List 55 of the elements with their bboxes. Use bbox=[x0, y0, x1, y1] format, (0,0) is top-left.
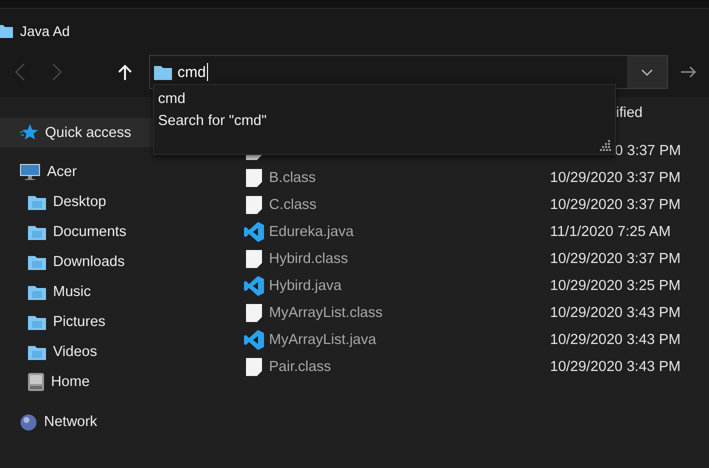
nav-pane-item[interactable]: Videos bbox=[0, 337, 232, 367]
folder-icon bbox=[154, 64, 172, 80]
nav-pane-item[interactable]: Acer bbox=[0, 157, 232, 187]
date-modified: 10/29/2020 3:43 PM bbox=[550, 304, 681, 320]
file-icon bbox=[246, 358, 262, 376]
folder-icon bbox=[28, 254, 46, 270]
right-chevron-icon bbox=[52, 63, 62, 81]
nav-pane-item[interactable]: Music bbox=[0, 277, 232, 307]
file-name[interactable]: Pair.class bbox=[269, 358, 332, 374]
suggestion-item[interactable]: cmd bbox=[154, 88, 615, 110]
column-header[interactable]: ified bbox=[616, 105, 643, 121]
address-text: cmd bbox=[178, 64, 206, 80]
file-name[interactable]: MyArrayList.class bbox=[269, 304, 383, 320]
file-icon bbox=[246, 250, 262, 268]
date-modified: 10/29/2020 3:37 PM bbox=[550, 196, 681, 212]
date-modified: 10/29/2020 3:43 PM bbox=[550, 332, 681, 348]
up-arrow-icon bbox=[118, 64, 132, 80]
monitor-icon bbox=[20, 164, 40, 180]
resize-grip-icon[interactable] bbox=[600, 140, 611, 151]
file-name[interactable]: Edureka.java bbox=[269, 224, 354, 240]
date-modified: 11/1/2020 7:25 AM bbox=[550, 224, 671, 240]
right-arrow-icon bbox=[681, 66, 698, 78]
left-chevron-icon bbox=[14, 63, 25, 81]
code-editor-icon bbox=[244, 276, 264, 296]
file-name[interactable]: B.class bbox=[269, 170, 316, 186]
date-modified: 10/29/2020 3:37 PM bbox=[550, 170, 681, 186]
date-modified: 10/29/2020 3:43 PM bbox=[550, 358, 681, 374]
folder-icon bbox=[0, 24, 13, 38]
folder-icon bbox=[28, 194, 46, 210]
code-editor-icon bbox=[244, 222, 264, 242]
hard-drive-icon bbox=[28, 373, 44, 391]
date-modified: 10/29/2020 3:37 PM bbox=[550, 250, 681, 266]
file-name[interactable]: Hybird.class bbox=[269, 250, 348, 266]
file-name[interactable]: MyArrayList.java bbox=[269, 332, 376, 348]
window-title: Java Ad bbox=[20, 23, 70, 39]
date-modified: 10/29/2020 3:25 PM bbox=[550, 278, 681, 294]
folder-icon bbox=[28, 224, 46, 240]
file-name[interactable]: C.class bbox=[269, 196, 317, 212]
folder-icon bbox=[28, 344, 46, 360]
globe-icon bbox=[20, 414, 37, 430]
nav-pane-item[interactable]: Pictures bbox=[0, 307, 232, 337]
nav-pane-item[interactable]: Downloads bbox=[0, 247, 232, 277]
folder-icon bbox=[28, 314, 46, 330]
nav-pane-item[interactable]: Home bbox=[0, 367, 232, 397]
file-icon bbox=[246, 196, 262, 214]
nav-pane-item[interactable]: Desktop bbox=[0, 187, 232, 217]
chevron-down-icon bbox=[640, 68, 653, 76]
file-icon bbox=[246, 168, 262, 186]
code-editor-icon bbox=[244, 330, 264, 350]
file-name[interactable]: Hybird.java bbox=[269, 278, 342, 294]
star-icon bbox=[20, 124, 38, 141]
folder-icon bbox=[28, 284, 46, 300]
file-icon bbox=[246, 304, 262, 322]
nav-pane-item[interactable]: Documents bbox=[0, 217, 232, 247]
nav-pane-item[interactable]: Network bbox=[0, 407, 232, 437]
